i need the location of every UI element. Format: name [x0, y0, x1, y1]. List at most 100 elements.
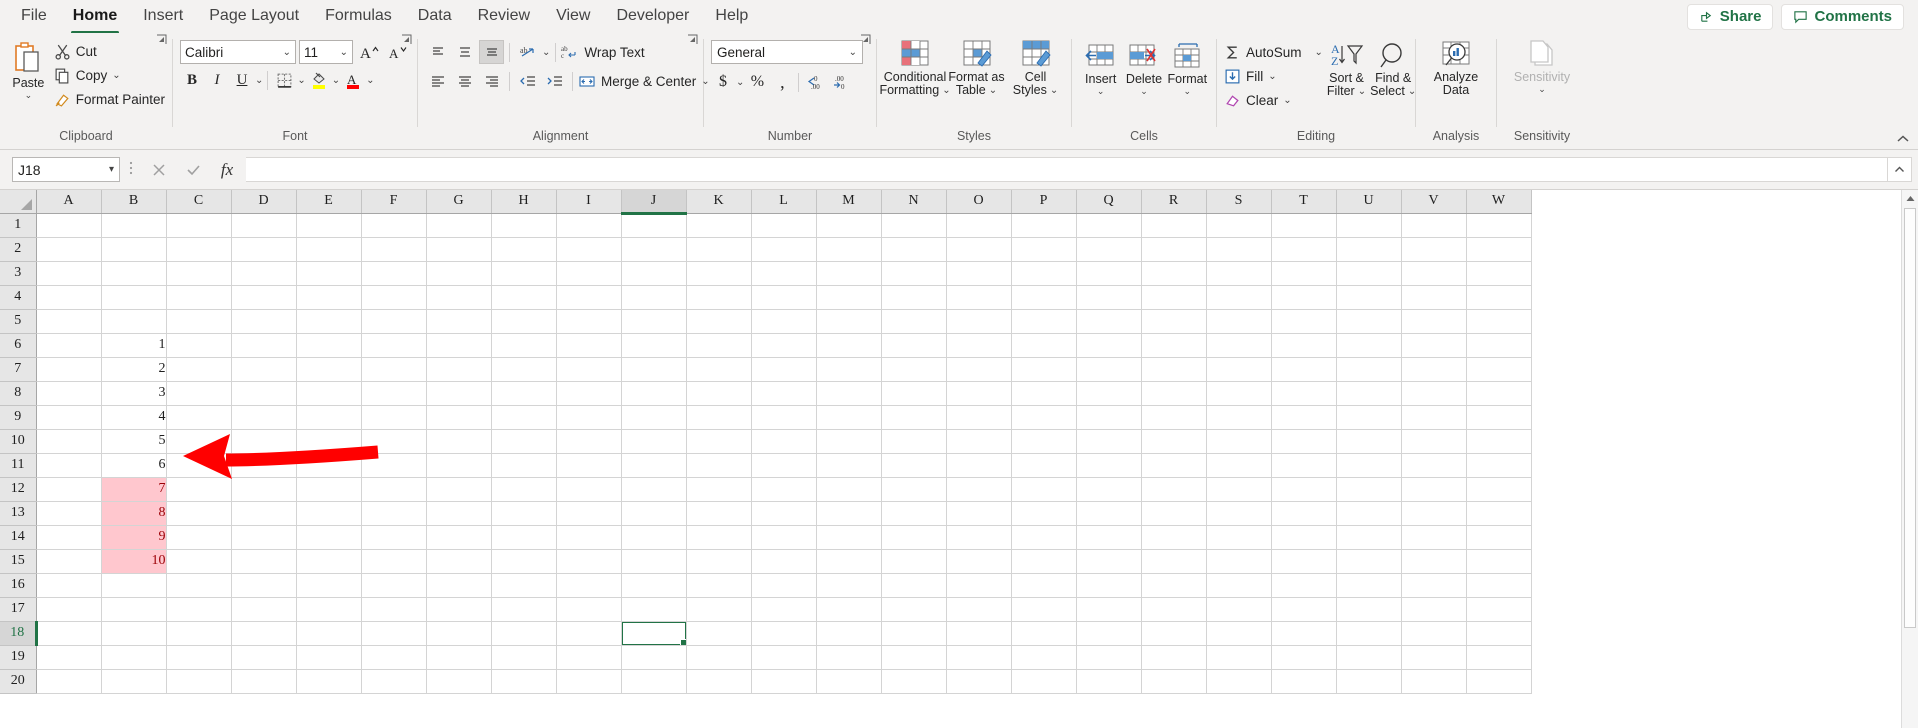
number-format-chevron-down-icon[interactable]: ⌄	[849, 47, 857, 58]
cell-D12[interactable]	[231, 477, 297, 502]
cell-K3[interactable]	[686, 261, 752, 286]
enter-formula-button[interactable]	[176, 157, 210, 182]
cell-H7[interactable]	[491, 357, 557, 382]
cell-Q19[interactable]	[1076, 645, 1142, 670]
decrease-indent-button[interactable]	[515, 69, 540, 93]
cell-O7[interactable]	[946, 357, 1012, 382]
cell-T1[interactable]	[1271, 213, 1337, 238]
cell-K13[interactable]	[686, 501, 752, 526]
cell-D18[interactable]	[231, 621, 297, 646]
cell-G6[interactable]	[426, 333, 492, 358]
sort-filter-button[interactable]: A Z Sort & Filter ⌄	[1327, 40, 1366, 98]
cell-D13[interactable]	[231, 501, 297, 526]
cell-O15[interactable]	[946, 549, 1012, 574]
cell-D2[interactable]	[231, 237, 297, 262]
cell-F12[interactable]	[361, 477, 427, 502]
cell-L11[interactable]	[751, 453, 817, 478]
alignment-dialog-launcher[interactable]	[687, 34, 698, 45]
cell-B12[interactable]: 7	[101, 477, 167, 502]
fill-chevron-down-icon[interactable]: ⌄	[1268, 71, 1276, 82]
column-header-J[interactable]: J	[621, 190, 687, 215]
cell-V19[interactable]	[1401, 645, 1467, 670]
cell-H20[interactable]	[491, 669, 557, 694]
cell-O4[interactable]	[946, 285, 1012, 310]
cell-M9[interactable]	[816, 405, 882, 430]
cell-O9[interactable]	[946, 405, 1012, 430]
cell-U3[interactable]	[1336, 261, 1402, 286]
cell-S1[interactable]	[1206, 213, 1272, 238]
cell-T20[interactable]	[1271, 669, 1337, 694]
comma-style-button[interactable]: ,	[770, 70, 794, 94]
cell-N3[interactable]	[881, 261, 947, 286]
cell-F6[interactable]	[361, 333, 427, 358]
fill-color-button[interactable]	[307, 68, 331, 92]
cell-J15[interactable]	[621, 549, 687, 574]
sensitivity-button[interactable]: Sensitivity ⌄	[1511, 39, 1573, 94]
cell-L19[interactable]	[751, 645, 817, 670]
cell-O5[interactable]	[946, 309, 1012, 334]
collapse-ribbon-button[interactable]	[1896, 132, 1910, 147]
align-right-button[interactable]	[479, 69, 504, 93]
cell-F18[interactable]	[361, 621, 427, 646]
cell-S9[interactable]	[1206, 405, 1272, 430]
cell-P17[interactable]	[1011, 597, 1077, 622]
cell-S12[interactable]	[1206, 477, 1272, 502]
format-painter-button[interactable]: Format Painter	[54, 87, 165, 111]
column-header-A[interactable]: A	[36, 190, 102, 214]
cell-H16[interactable]	[491, 573, 557, 598]
cell-M15[interactable]	[816, 549, 882, 574]
cell-P14[interactable]	[1011, 525, 1077, 550]
row-header-1[interactable]: 1	[0, 213, 37, 238]
cell-T11[interactable]	[1271, 453, 1337, 478]
cell-E8[interactable]	[296, 381, 362, 406]
cell-F15[interactable]	[361, 549, 427, 574]
cell-F14[interactable]	[361, 525, 427, 550]
cell-R2[interactable]	[1141, 237, 1207, 262]
cell-U10[interactable]	[1336, 429, 1402, 454]
cell-J8[interactable]	[621, 381, 687, 406]
row-header-4[interactable]: 4	[0, 285, 37, 310]
clear-chevron-down-icon[interactable]: ⌄	[1283, 95, 1291, 106]
cell-C7[interactable]	[166, 357, 232, 382]
cell-J4[interactable]	[621, 285, 687, 310]
format-chevron-down-icon[interactable]: ⌄	[1184, 87, 1192, 96]
cell-G4[interactable]	[426, 285, 492, 310]
cell-J14[interactable]	[621, 525, 687, 550]
cell-D10[interactable]	[231, 429, 297, 454]
cell-D17[interactable]	[231, 597, 297, 622]
cell-A16[interactable]	[36, 573, 102, 598]
increase-indent-button[interactable]	[542, 69, 567, 93]
cell-U6[interactable]	[1336, 333, 1402, 358]
cell-Q4[interactable]	[1076, 285, 1142, 310]
cancel-formula-button[interactable]	[142, 157, 176, 182]
cell-V15[interactable]	[1401, 549, 1467, 574]
cell-J11[interactable]	[621, 453, 687, 478]
cell-C6[interactable]	[166, 333, 232, 358]
number-dialog-launcher[interactable]	[860, 34, 871, 45]
cell-L4[interactable]	[751, 285, 817, 310]
name-box-chevron-down-icon[interactable]: ▾	[109, 164, 114, 175]
cell-L2[interactable]	[751, 237, 817, 262]
cell-G16[interactable]	[426, 573, 492, 598]
cell-R11[interactable]	[1141, 453, 1207, 478]
cell-E6[interactable]	[296, 333, 362, 358]
cell-N16[interactable]	[881, 573, 947, 598]
cell-D8[interactable]	[231, 381, 297, 406]
cell-I6[interactable]	[556, 333, 622, 358]
cell-V11[interactable]	[1401, 453, 1467, 478]
cell-T8[interactable]	[1271, 381, 1337, 406]
cell-M4[interactable]	[816, 285, 882, 310]
cell-P15[interactable]	[1011, 549, 1077, 574]
cell-W15[interactable]	[1466, 549, 1532, 574]
cell-C1[interactable]	[166, 213, 232, 238]
cell-F1[interactable]	[361, 213, 427, 238]
cell-I7[interactable]	[556, 357, 622, 382]
cell-W16[interactable]	[1466, 573, 1532, 598]
cell-C8[interactable]	[166, 381, 232, 406]
cell-G5[interactable]	[426, 309, 492, 334]
cell-I1[interactable]	[556, 213, 622, 238]
cell-L1[interactable]	[751, 213, 817, 238]
cell-V6[interactable]	[1401, 333, 1467, 358]
cell-T4[interactable]	[1271, 285, 1337, 310]
cell-B10[interactable]: 5	[101, 429, 167, 454]
